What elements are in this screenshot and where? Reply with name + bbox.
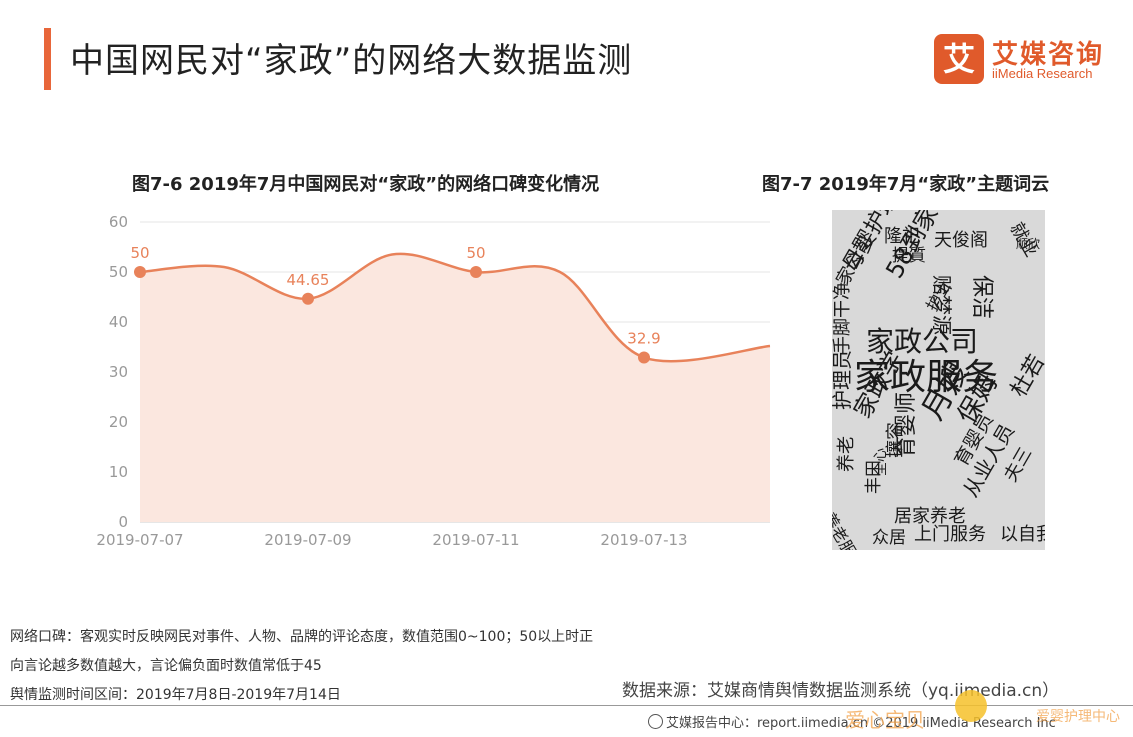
note-line-1: 网络口碑：客观实时反映网民对事件、人物、品牌的评论态度，数值范围0~100；50…: [10, 629, 594, 645]
watermark-right: 爱婴护理中心: [1036, 709, 1120, 725]
y-tick-label: 10: [109, 463, 128, 481]
y-tick-label: 30: [109, 363, 128, 381]
data-label: 50: [130, 244, 149, 262]
wordcloud-word: 上门服务: [914, 524, 986, 545]
x-tick-label: 2019-07-07: [96, 531, 183, 549]
page-title: 中国网民对“家政”的网络大数据监测: [70, 41, 633, 81]
y-tick-label: 60: [109, 213, 128, 231]
data-point: [134, 266, 146, 278]
note-line-3: 舆情监测时间区间：2019年7月8日-2019年7月14日: [10, 687, 341, 703]
data-label: 44.65: [287, 271, 330, 289]
data-point: [302, 292, 314, 305]
title-accent-bar: [44, 28, 51, 90]
wordcloud-word: 以自我: [1000, 524, 1045, 545]
wordcloud-word: 居家养老: [894, 506, 966, 527]
y-tick-label: 20: [109, 413, 128, 431]
wordcloud-word: 攘容: [885, 422, 906, 458]
wordcloud-title: 图7-7 2019年7月“家政”主题词云: [762, 174, 1050, 195]
y-tick-label: 0: [118, 513, 128, 531]
data-point: [470, 266, 482, 278]
watermark-badge-icon: [955, 690, 987, 722]
wordcloud-word: 众居: [872, 528, 906, 548]
wordcloud-word: 就业: [1005, 219, 1042, 261]
wordcloud-word: 手脚干净: [832, 282, 853, 354]
y-tick-label: 40: [109, 313, 128, 331]
wordcloud-word: 养老: [836, 436, 857, 472]
wordcloud-word: 杜若: [1006, 350, 1045, 402]
data-label: 32.9: [627, 330, 660, 348]
iimedia-logo: 艾 艾媒咨询 iiMedia Research: [934, 34, 1114, 88]
wordcloud-word: 提質: [892, 246, 926, 266]
x-tick-label: 2019-07-13: [600, 531, 687, 549]
data-point: [638, 351, 650, 364]
logo-en-text: iiMedia Research: [992, 66, 1093, 81]
logo-mark-icon: 艾: [934, 34, 984, 84]
x-tick-label: 2019-07-11: [432, 531, 519, 549]
wordcloud-word: 全心: [873, 448, 889, 476]
watermark-left: 爱心宝贝: [845, 708, 925, 732]
wordcloud-word: 护理员: [832, 350, 854, 410]
wordcloud-word: 隆祀: [884, 226, 920, 247]
area-fill: [140, 253, 770, 522]
data-source: 数据来源：艾媒商情舆情数据监测系统（yq.iimedia.cn）: [622, 681, 1060, 701]
wordcloud-word: 养老服务: [832, 509, 868, 550]
line-chart: 01020304050605044.655032.92019-07-07 2019…: [96, 213, 771, 549]
wordcloud-word: 保洁: [969, 275, 994, 320]
y-tick-label: 50: [109, 263, 128, 281]
wordcloud-word: 天俊阁: [934, 230, 988, 251]
note-line-2: 向言论越多数值越大，言论偏负面时数值常低于45: [10, 658, 322, 674]
globe-icon: [648, 714, 663, 729]
data-label: 50: [466, 244, 485, 262]
x-tick-label: 2019-07-09: [264, 531, 351, 549]
word-cloud: 家政服务 家政公司 58到家 月嫂 保姆 家政学 护理员 中国家政 隆祀 天俊阁 提質 贻梦源 保洁 育婴…: [832, 210, 1045, 550]
chart-title: 图7-6 2019年7月中国网民对“家政”的网络口碑变化情况: [132, 174, 600, 195]
